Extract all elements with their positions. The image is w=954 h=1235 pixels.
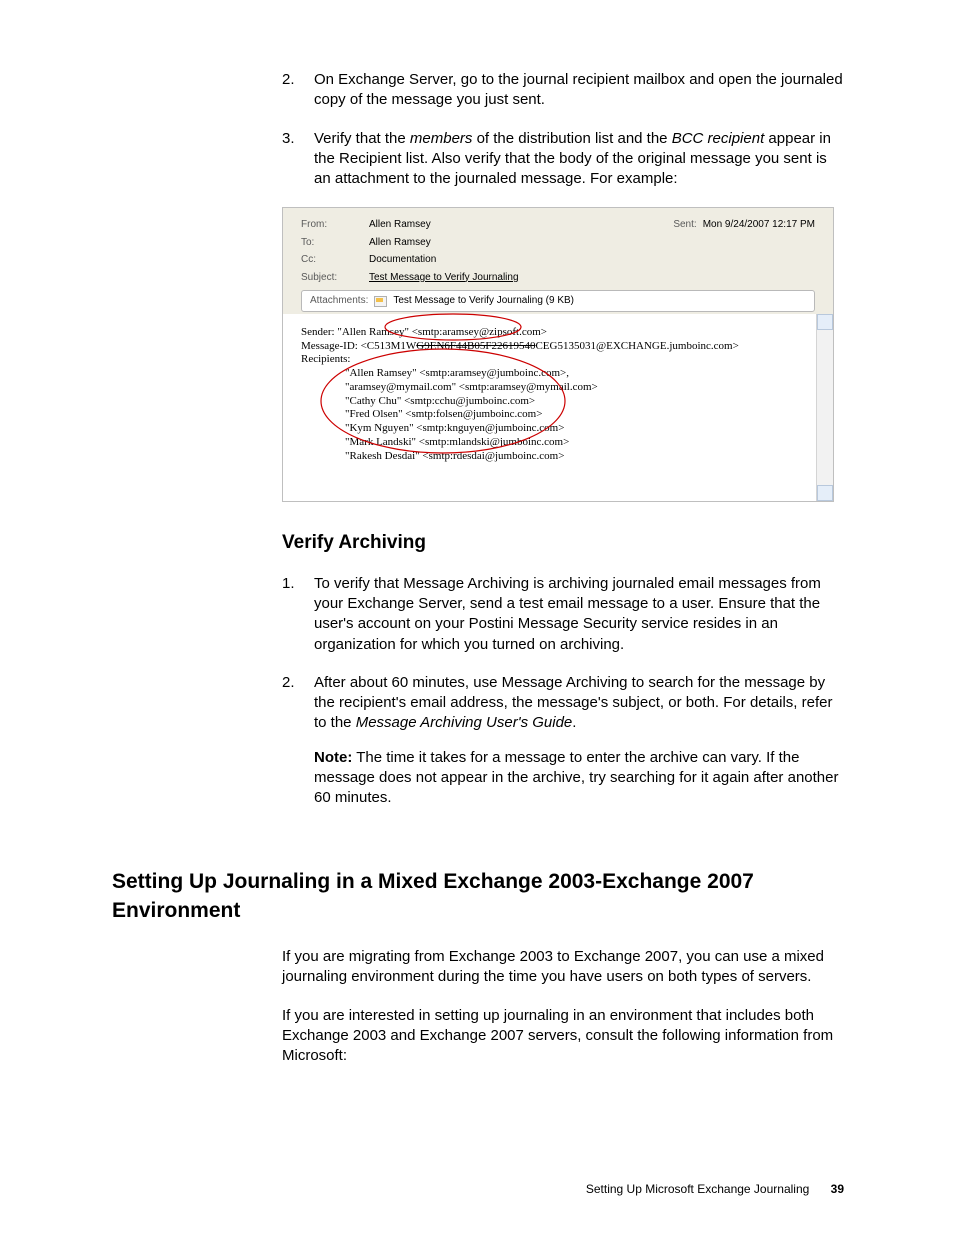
page-footer: Setting Up Microsoft Exchange Journaling… — [586, 1181, 844, 1197]
paragraph: If you are interested in setting up jour… — [282, 1006, 844, 1067]
cc-label: Cc: — [301, 253, 369, 267]
recipient-line: "Cathy Chu" <smtp:cchu@jumboinc.com> — [345, 395, 827, 409]
attachment-row: Attachments: Test Message to Verify Jour… — [301, 290, 815, 312]
step-number: 1. — [282, 574, 314, 655]
footer-title: Setting Up Microsoft Exchange Journaling — [586, 1182, 809, 1196]
step-text: To verify that Message Archiving is arch… — [314, 574, 844, 655]
from-label: From: — [301, 218, 369, 232]
attachment-name: Test Message to Verify Journaling (9 KB) — [393, 294, 574, 308]
recipients-label: Recipients: — [301, 353, 827, 367]
journal-screenshot: From: Allen Ramsey Sent: Mon 9/24/2007 1… — [282, 207, 834, 502]
step-number: 2. — [282, 673, 314, 809]
recipient-line: "Kym Nguyen" <smtp:knguyen@jumboinc.com> — [345, 422, 827, 436]
sent-value: Mon 9/24/2007 12:17 PM — [703, 218, 815, 232]
recipient-line: "Fred Olsen" <smtp:folsen@jumboinc.com> — [345, 408, 827, 422]
attachments-label: Attachments: — [310, 294, 368, 308]
note-label: Note: — [314, 749, 352, 766]
step-number: 2. — [282, 70, 314, 111]
to-label: To: — [301, 236, 369, 250]
note-text: The time it takes for a message to enter… — [314, 749, 838, 807]
step-3: 3. Verify that the members of the distri… — [282, 129, 844, 190]
message-body: Sender: "Allen Ramsey" <smtp:aramsey@zip… — [283, 314, 833, 502]
subject-value: Test Message to Verify Journaling — [369, 271, 519, 285]
to-value: Allen Ramsey — [369, 236, 431, 250]
heading-verify-archiving: Verify Archiving — [282, 530, 844, 556]
recipient-line: "Mark Landski" <smtp:mlandski@jumboinc.c… — [345, 436, 827, 450]
step-text: On Exchange Server, go to the journal re… — [314, 70, 844, 111]
cc-value: Documentation — [369, 253, 436, 267]
mail-icon — [374, 296, 387, 307]
heading-mixed-environment: Setting Up Journaling in a Mixed Exchang… — [112, 868, 844, 925]
verify-step-2: 2. After about 60 minutes, use Message A… — [282, 673, 844, 809]
step-2: 2. On Exchange Server, go to the journal… — [282, 70, 844, 111]
recipient-line: "aramsey@mymail.com" <smtp:aramsey@mymai… — [345, 381, 827, 395]
sender-line: Sender: "Allen Ramsey" <smtp:aramsey@zip… — [301, 326, 827, 340]
sent-label: Sent: — [673, 218, 696, 232]
from-value: Allen Ramsey — [369, 218, 431, 232]
verify-step-1: 1. To verify that Message Archiving is a… — [282, 574, 844, 655]
scrollbar[interactable] — [816, 314, 833, 502]
message-id-line: Message-ID: <C513M1WG9EN6F44B05F22619540… — [301, 340, 827, 354]
recipient-line: "Rakesh Desdai" <smtp:rdesdai@jumboinc.c… — [345, 450, 827, 464]
step-text: After about 60 minutes, use Message Arch… — [314, 673, 844, 809]
step-text: Verify that the members of the distribut… — [314, 129, 844, 190]
page-number: 39 — [831, 1182, 844, 1196]
recipient-line: "Allen Ramsey" <smtp:aramsey@jumboinc.co… — [345, 367, 827, 381]
subject-label: Subject: — [301, 271, 369, 285]
step-number: 3. — [282, 129, 314, 190]
paragraph: If you are migrating from Exchange 2003 … — [282, 947, 844, 988]
